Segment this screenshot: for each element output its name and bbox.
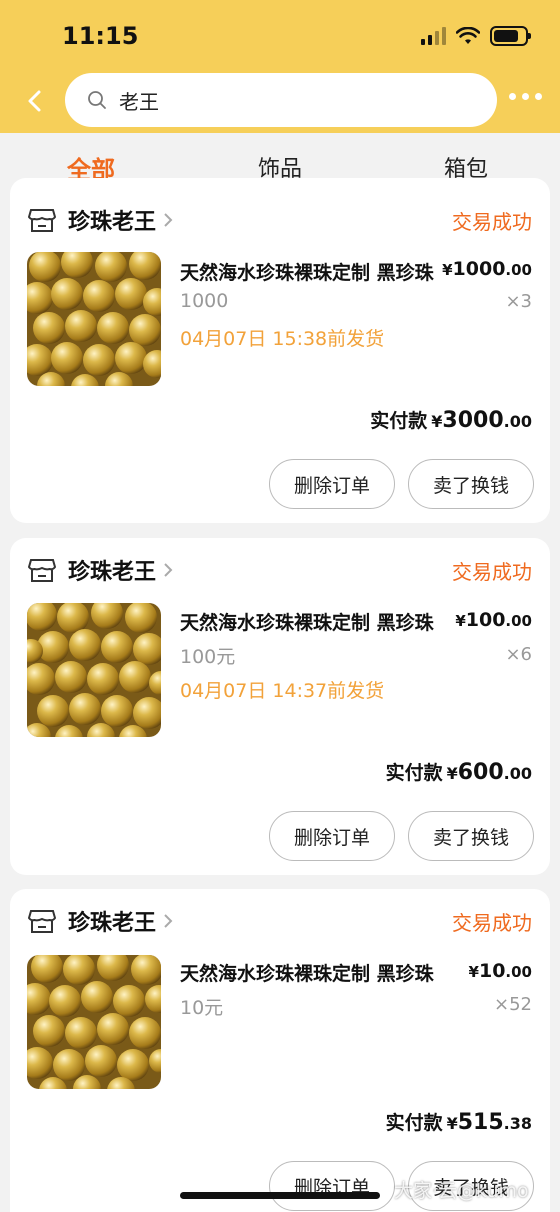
order-card[interactable]: 珍珠老王 交易成功 天然海水珍珠裸珠定制 黑珍珠 ¥100.00 100元 ×6… <box>10 538 550 875</box>
shipping-deadline: 04月07日 14:37前发货 <box>180 680 385 702</box>
product-sku: 1000 <box>180 290 229 312</box>
product-title[interactable]: 天然海水珍珠裸珠定制 黑珍珠 <box>180 959 464 986</box>
unit-price: ¥100.00 <box>455 609 532 631</box>
product-thumbnail[interactable] <box>27 252 161 386</box>
product-quantity: ×52 <box>494 994 532 1015</box>
order-card[interactable]: 珍珠老王 交易成功 天然海水珍珠裸珠定制 黑珍珠 ¥1000.00 1000 ×… <box>10 178 550 523</box>
paid-total: 实付款 ¥600.00 <box>385 760 532 785</box>
search-input[interactable] <box>119 88 449 112</box>
shop-name: 珍珠老王 <box>68 210 157 235</box>
shop-icon <box>28 559 56 582</box>
shop-name: 珍珠老王 <box>68 911 157 936</box>
more-options-icon[interactable] <box>509 93 542 100</box>
paid-total: 实付款 ¥3000.00 <box>370 408 532 433</box>
shop-header[interactable]: 珍珠老王 <box>28 204 174 236</box>
home-indicator <box>180 1192 380 1199</box>
wifi-icon <box>456 27 480 44</box>
paid-total: 实付款 ¥515.38 <box>385 1110 532 1135</box>
product-quantity: ×3 <box>505 291 532 312</box>
battery-icon <box>490 26 531 46</box>
order-status: 交易成功 <box>452 560 532 584</box>
cellular-signal-icon <box>421 27 446 45</box>
product-title[interactable]: 天然海水珍珠裸珠定制 黑珍珠 <box>180 258 450 285</box>
shop-name: 珍珠老王 <box>68 560 157 585</box>
order-status: 交易成功 <box>452 911 532 935</box>
product-quantity: ×6 <box>505 644 532 665</box>
shop-header[interactable]: 珍珠老王 <box>28 554 174 586</box>
delete-order-button[interactable]: 删除订单 <box>269 459 395 509</box>
order-card[interactable]: 珍珠老王 交易成功 天然海水珍珠裸珠定制 黑珍珠 ¥10.00 10元 ×52 … <box>10 889 550 1212</box>
search-icon <box>88 91 106 109</box>
product-sku: 100元 <box>180 646 236 668</box>
resell-button[interactable]: 卖了换钱 <box>408 459 534 509</box>
delete-order-button[interactable]: 删除订单 <box>269 1161 395 1211</box>
chevron-right-icon <box>164 563 173 577</box>
product-sku: 10元 <box>180 997 224 1019</box>
product-thumbnail[interactable] <box>27 955 161 1089</box>
unit-price: ¥10.00 <box>468 960 532 982</box>
status-time: 11:15 <box>62 22 139 50</box>
resell-button[interactable]: 卖了换钱 <box>408 811 534 861</box>
status-icons <box>421 26 531 46</box>
shop-icon <box>28 910 56 933</box>
product-thumbnail[interactable] <box>27 603 161 737</box>
shop-icon <box>28 209 56 232</box>
shop-header[interactable]: 珍珠老王 <box>28 905 174 937</box>
chevron-right-icon <box>164 213 173 227</box>
chevron-right-icon <box>164 914 173 928</box>
delete-order-button[interactable]: 删除订单 <box>269 811 395 861</box>
product-title[interactable]: 天然海水珍珠裸珠定制 黑珍珠 <box>180 608 442 635</box>
shipping-deadline: 04月07日 15:38前发货 <box>180 328 385 350</box>
search-box[interactable] <box>65 73 497 127</box>
back-arrow-icon[interactable] <box>20 86 50 116</box>
header-bar: 11:15 <box>0 0 560 133</box>
watermark: 大家·云@kumo <box>394 1180 529 1202</box>
order-status: 交易成功 <box>452 210 532 234</box>
unit-price: ¥1000.00 <box>442 258 532 280</box>
